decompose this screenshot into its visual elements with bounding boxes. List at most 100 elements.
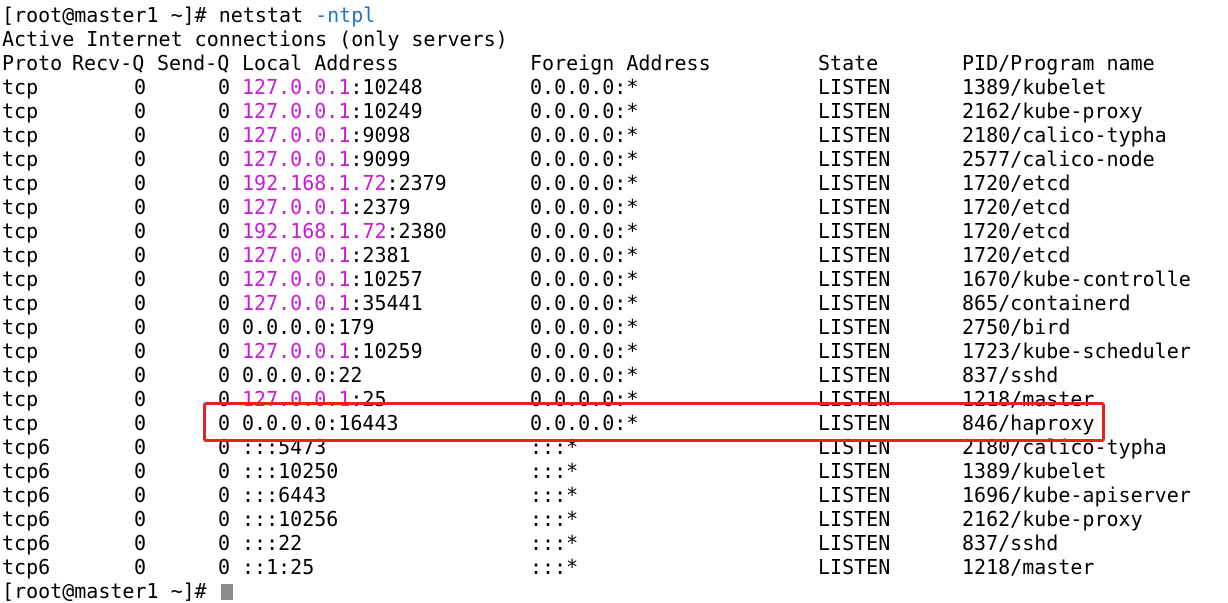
state-cell: LISTEN <box>818 339 891 363</box>
local-port: :::6443 <box>242 483 327 507</box>
local-address-cell: 127.0.0.1:35441 <box>242 291 423 315</box>
local-address-cell: 127.0.0.1:10249 <box>242 99 423 123</box>
send-q-cell: 0 <box>217 219 230 243</box>
state-cell: LISTEN <box>818 243 891 267</box>
foreign-address-cell: 0.0.0.0:* <box>530 195 639 219</box>
state-cell: LISTEN <box>818 531 891 555</box>
pid-program-cell: 1720/etcd <box>962 219 1071 243</box>
table-row: tcp6 0 0:::10250:::* LISTEN 1389/kubelet <box>0 459 1228 483</box>
header-foreign: Foreign Address <box>530 51 711 75</box>
local-address-cell: 127.0.0.1:10248 <box>242 75 423 99</box>
send-q-cell: 0 <box>217 123 230 147</box>
local-ip: 127.0.0.1 <box>242 195 351 219</box>
send-q-cell: 0 <box>217 195 230 219</box>
end-prompt-line: [root@master1 ~]# <box>2 579 233 603</box>
foreign-address-cell: 0.0.0.0:* <box>530 171 639 195</box>
terminal-window[interactable]: [root@master1 ~]# netstat -ntpl Active I… <box>0 0 1228 603</box>
local-ip: 127.0.0.1 <box>242 75 351 99</box>
pid-program-cell: 1218/master <box>962 555 1095 579</box>
foreign-address-cell: 0.0.0.0:* <box>530 123 639 147</box>
command-line: [root@master1 ~]# netstat -ntpl <box>2 3 375 27</box>
state-cell: LISTEN <box>818 363 891 387</box>
send-q-cell: 0 <box>217 507 230 531</box>
command-text: netstat <box>218 3 316 27</box>
state-cell: LISTEN <box>818 291 891 315</box>
table-row: tcp6 0 0:::10256:::* LISTEN 2162/kube-proxy <box>0 507 1228 531</box>
send-q-cell: 0 <box>217 291 230 315</box>
send-q-cell: 0 <box>217 99 230 123</box>
table-row: tcp6 0 0:::22:::* LISTEN 837/sshd <box>0 531 1228 555</box>
state-cell: LISTEN <box>818 483 891 507</box>
table-row: tcp 0 0 127.0.0.1:10259 0.0.0.0:* LISTEN 1723/… <box>0 339 1228 363</box>
foreign-address-cell: 0.0.0.0:* <box>530 75 639 99</box>
foreign-address-cell: :::* <box>530 507 579 531</box>
pid-program-cell: 837/sshd <box>962 531 1059 555</box>
send-q-cell: 0 <box>217 75 230 99</box>
local-address-cell: 127.0.0.1:9098 <box>242 123 411 147</box>
local-port: :2380 <box>386 219 447 243</box>
local-ip: 127.0.0.1 <box>242 291 351 315</box>
foreign-address-cell: 0.0.0.0:* <box>530 339 639 363</box>
header-recv: Recv-Q <box>72 51 145 75</box>
header-pid: PID/Program name <box>962 51 1155 75</box>
state-cell: LISTEN <box>818 195 891 219</box>
state-cell: LISTEN <box>818 171 891 195</box>
send-q-cell: 0 <box>217 387 230 411</box>
local-port: :10249 <box>350 99 423 123</box>
local-ip: 192.168.1.72 <box>242 171 387 195</box>
local-ip: 127.0.0.1 <box>242 99 351 123</box>
table-row: tcp6 0 0:::6443:::* LISTEN 1696/kube-apiserv… <box>0 483 1228 507</box>
pid-program-cell: 1696/kube-apiserver <box>962 483 1191 507</box>
end-prompt: [root@master1 ~]# <box>2 579 219 603</box>
send-q-cell: 0 <box>217 267 230 291</box>
local-port: :10248 <box>350 75 423 99</box>
local-address-cell: :::22 <box>242 531 302 555</box>
local-address-cell: 192.168.1.72:2379 <box>242 171 447 195</box>
pid-program-cell: 2162/kube-proxy <box>962 99 1143 123</box>
table-header: Proto Recv-Q Send-Q Local Address Foreig… <box>0 51 1228 75</box>
state-cell: LISTEN <box>818 75 891 99</box>
pid-program-cell: 1723/kube-scheduler <box>962 339 1191 363</box>
state-cell: LISTEN <box>818 147 891 171</box>
pid-program-cell: 2162/kube-proxy <box>962 507 1143 531</box>
local-address-cell: :::6443 <box>242 483 326 507</box>
command-flag: -ntpl <box>315 3 376 27</box>
local-address-cell: 0.0.0.0:179 <box>242 315 374 339</box>
local-address-cell: ::1:25 <box>242 555 314 579</box>
local-ip: 127.0.0.1 <box>242 147 351 171</box>
local-ip: 127.0.0.1 <box>242 339 351 363</box>
pid-program-cell: 2180/calico-typha <box>962 123 1167 147</box>
local-address-cell: 192.168.1.72:2380 <box>242 219 447 243</box>
local-ip: 127.0.0.1 <box>242 267 351 291</box>
table-row: tcp 0 0 127.0.0.1:2379 0.0.0.0:* LISTEN 1720/e… <box>0 195 1228 219</box>
foreign-address-cell: :::* <box>530 555 579 579</box>
cursor <box>220 584 233 600</box>
local-ip: 192.168.1.72 <box>242 219 387 243</box>
header-send: Send-Q <box>157 51 230 75</box>
pid-program-cell: 1720/etcd <box>962 243 1071 267</box>
local-port: 0.0.0.0:22 <box>242 363 363 387</box>
send-q-cell: 0 <box>217 411 230 435</box>
local-port: :35441 <box>350 291 423 315</box>
table-row: tcp 0 0 127.0.0.1:10257 0.0.0.0:* LISTEN 1670/… <box>0 267 1228 291</box>
local-address-cell: 127.0.0.1:2381 <box>242 243 411 267</box>
foreign-address-cell: 0.0.0.0:* <box>530 147 639 171</box>
state-cell: LISTEN <box>818 219 891 243</box>
local-port: :10257 <box>350 267 423 291</box>
table-row: tcp 0 0 192.168.1.72:2379 0.0.0.0:* LISTEN 172… <box>0 171 1228 195</box>
pid-program-cell: 2750/bird <box>962 315 1071 339</box>
pid-program-cell: 837/sshd <box>962 363 1059 387</box>
header-state: State <box>818 51 879 75</box>
state-cell: LISTEN <box>818 123 891 147</box>
pid-program-cell: 1389/kubelet <box>962 75 1107 99</box>
table-row: tcp 0 0 127.0.0.1:9099 0.0.0.0:* LISTEN 2577/c… <box>0 147 1228 171</box>
annotation-highlight-box <box>203 402 1105 442</box>
send-q-cell: 0 <box>217 243 230 267</box>
table-row: tcp 0 0 192.168.1.72:2380 0.0.0.0:* LISTEN 172… <box>0 219 1228 243</box>
send-q-cell: 0 <box>217 531 230 555</box>
state-cell: LISTEN <box>818 459 891 483</box>
pid-program-cell: 2577/calico-node <box>962 147 1155 171</box>
foreign-address-cell: 0.0.0.0:* <box>530 267 639 291</box>
local-port: 0.0.0.0:179 <box>242 315 375 339</box>
foreign-address-cell: :::* <box>530 459 579 483</box>
